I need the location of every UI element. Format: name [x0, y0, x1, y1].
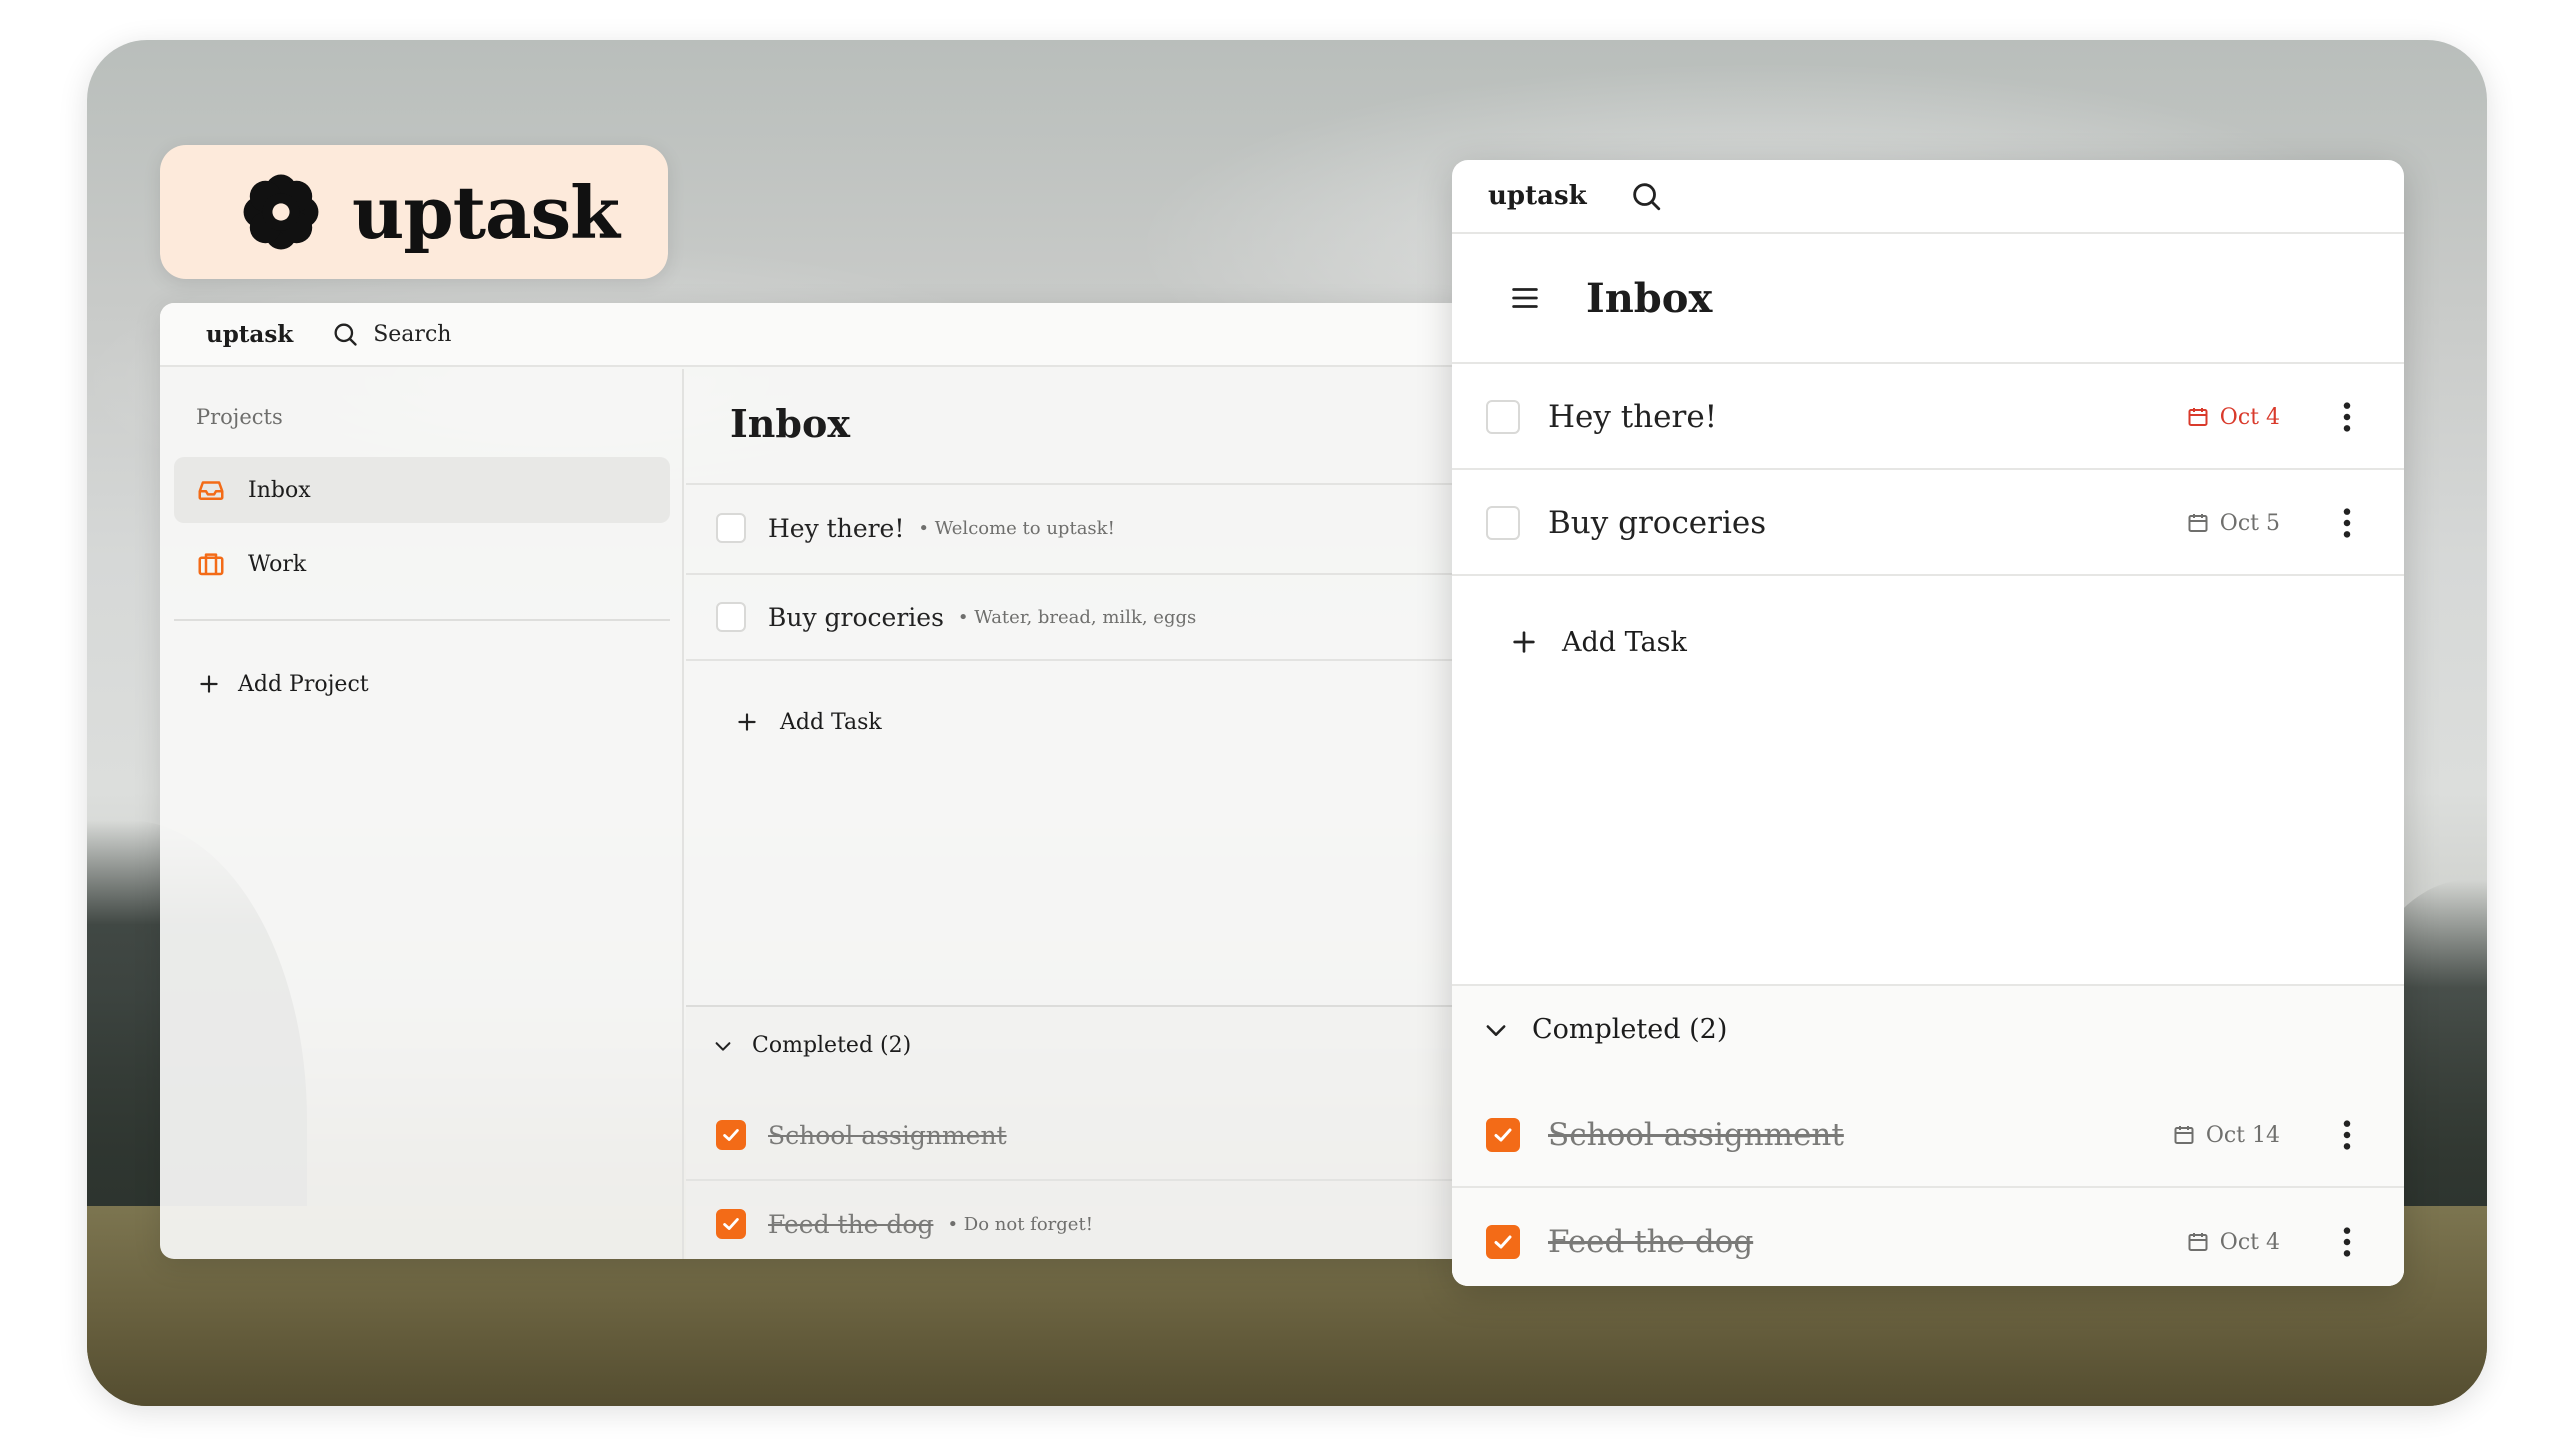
sidebar-item-label: Inbox: [248, 477, 311, 503]
search-icon: [334, 323, 357, 346]
task-checkbox-checked[interactable]: [1486, 1225, 1520, 1259]
app-brand[interactable]: uptask: [206, 321, 293, 348]
calendar-icon: [2188, 408, 2208, 426]
add-task-label: Add Task: [1562, 626, 1687, 658]
task-checkbox[interactable]: [1486, 506, 1520, 540]
calendar-icon: [2188, 514, 2208, 532]
task-note: • Welcome to uptask!: [918, 517, 1115, 539]
plus-icon: [1513, 631, 1535, 653]
more-vertical-icon[interactable]: [2342, 1118, 2352, 1152]
task-checkbox-checked[interactable]: [1486, 1118, 1520, 1152]
mobile-topbar: uptask: [1452, 160, 2404, 234]
desktop-window: uptask Search Projects Inbox Work Add Pr…: [160, 303, 1460, 1259]
page-title: Inbox: [730, 401, 850, 446]
completed-label: Completed (2): [1532, 1014, 1728, 1045]
sidebar-item-inbox[interactable]: Inbox: [174, 457, 670, 523]
add-project-label: Add Project: [238, 671, 369, 697]
completed-toggle[interactable]: Completed (2): [1482, 1014, 1727, 1045]
task-row[interactable]: School assignment: [686, 1091, 1460, 1179]
sidebar-divider: [174, 619, 670, 621]
check-icon: [723, 1218, 739, 1230]
task-row[interactable]: School assignment Oct 14: [1452, 1084, 2404, 1188]
desktop-topbar: uptask Search: [160, 303, 1460, 367]
completed-toggle[interactable]: Completed (2): [712, 1033, 911, 1058]
completed-section: Completed (2) School assignment Oct 14 F…: [1452, 984, 2404, 1286]
task-checkbox-checked[interactable]: [716, 1209, 746, 1239]
flower-icon: [243, 174, 319, 250]
search-label: Search: [373, 321, 452, 347]
task-name: Feed the dog: [1548, 1224, 1754, 1260]
due-date-label: Oct 5: [2219, 510, 2280, 536]
add-task-label: Add Task: [780, 709, 882, 735]
sidebar-item-work[interactable]: Work: [174, 531, 670, 597]
task-name: Feed the dog: [768, 1209, 934, 1239]
task-note: • Water, bread, milk, eggs: [957, 606, 1197, 628]
task-checkbox[interactable]: [716, 513, 746, 543]
task-row[interactable]: Hey there! Oct 4: [1452, 366, 2404, 470]
task-name: Buy groceries: [768, 602, 944, 632]
check-icon: [1494, 1128, 1512, 1142]
task-checkbox[interactable]: [1486, 400, 1520, 434]
search-button[interactable]: Search: [331, 320, 451, 348]
more-vertical-icon[interactable]: [2342, 400, 2352, 434]
task-row[interactable]: Buy groceries • Water, bread, milk, eggs: [686, 573, 1460, 661]
logo-wordmark: uptask: [352, 169, 620, 255]
add-task-button[interactable]: Add Task: [734, 709, 882, 735]
task-checkbox-checked[interactable]: [716, 1120, 746, 1150]
plus-icon: [200, 675, 218, 693]
task-checkbox[interactable]: [716, 602, 746, 632]
search-icon[interactable]: [1629, 179, 1663, 213]
inbox-icon: [198, 481, 224, 500]
task-name: Hey there!: [768, 513, 905, 543]
task-name: Hey there!: [1548, 399, 1718, 435]
due-date[interactable]: Oct 4: [2186, 1230, 2280, 1255]
due-date-label: Oct 4: [2219, 404, 2280, 430]
mobile-panel: uptask Inbox Hey there! Oct 4 Buy grocer…: [1452, 160, 2404, 1286]
chevron-down-icon: [1486, 1024, 1506, 1036]
sidebar: Projects Inbox Work Add Project: [160, 369, 684, 1259]
task-name: School assignment: [1548, 1117, 1844, 1153]
calendar-icon: [2174, 1126, 2194, 1144]
desktop-main: Inbox Hey there! • Welcome to uptask! Bu…: [686, 369, 1460, 1259]
plus-icon: [738, 713, 756, 731]
add-project-button[interactable]: Add Project: [196, 671, 369, 697]
task-row[interactable]: Buy groceries Oct 5: [1452, 472, 2404, 576]
due-date-label: Oct 14: [2205, 1122, 2280, 1148]
completed-section: Completed (2) School assignment Feed the…: [686, 1005, 1460, 1259]
chevron-down-icon: [715, 1041, 731, 1051]
task-name: School assignment: [768, 1120, 1007, 1150]
due-date[interactable]: Oct 5: [2186, 511, 2280, 536]
logo-badge: uptask: [160, 145, 668, 279]
task-note: • Do not forget!: [947, 1213, 1093, 1235]
task-name: Buy groceries: [1548, 505, 1767, 541]
due-date-label: Oct 4: [2219, 1229, 2280, 1255]
due-date[interactable]: Oct 14: [2172, 1123, 2280, 1148]
page-title: Inbox: [1586, 274, 1713, 322]
task-row[interactable]: Feed the dog Oct 4: [1452, 1190, 2404, 1286]
task-row[interactable]: Hey there! • Welcome to uptask!: [686, 483, 1460, 571]
task-row[interactable]: Feed the dog • Do not forget!: [686, 1179, 1460, 1259]
mobile-header: Inbox: [1452, 234, 2404, 364]
due-date[interactable]: Oct 4: [2186, 405, 2280, 430]
app-brand[interactable]: uptask: [1488, 181, 1587, 211]
completed-label: Completed (2): [752, 1033, 912, 1058]
add-task-button[interactable]: Add Task: [1508, 626, 1687, 658]
more-vertical-icon[interactable]: [2342, 1225, 2352, 1259]
projects-section-label: Projects: [196, 405, 283, 429]
calendar-icon: [2188, 1233, 2208, 1251]
briefcase-icon: [198, 553, 224, 576]
menu-icon[interactable]: [1508, 281, 1542, 315]
more-vertical-icon[interactable]: [2342, 506, 2352, 540]
sidebar-item-label: Work: [248, 551, 307, 577]
check-icon: [1494, 1235, 1512, 1249]
check-icon: [723, 1129, 739, 1141]
